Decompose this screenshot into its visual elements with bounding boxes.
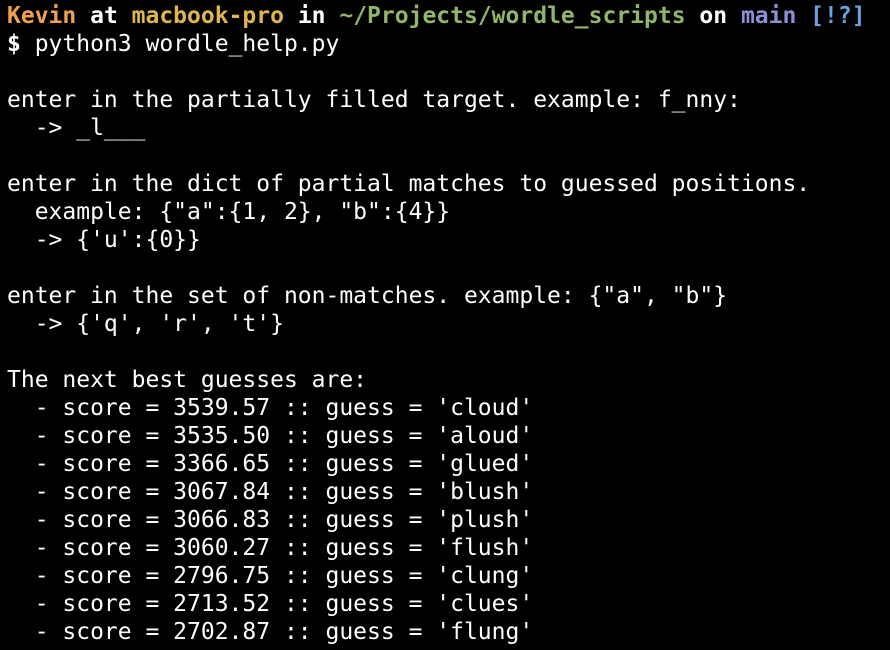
prompt-path: ~/Projects/wordle_scripts — [339, 3, 686, 29]
guesses-header: The next best guesses are: — [7, 367, 368, 393]
target-prompt: enter in the partially filled target. ex… — [7, 87, 741, 113]
guess-line: - score = 3535.50 :: guess = 'aloud' — [7, 423, 534, 449]
target-input: -> _l___ — [7, 115, 146, 141]
partial-example: example: {"a":{1, 2}, "b":{4}} — [7, 199, 451, 225]
prompt-branch: main — [740, 3, 797, 29]
partial-input: -> {'u':{0}} — [7, 227, 201, 253]
prompt-user: Kevin — [7, 3, 77, 29]
guess-line: - score = 3366.65 :: guess = 'glued' — [7, 451, 534, 477]
guess-line: - score = 2702.87 :: guess = 'flung' — [7, 619, 534, 645]
command-line: $ python3 wordle_help.py — [7, 30, 890, 58]
guess-line: - score = 2713.52 :: guess = 'clues' — [7, 591, 534, 617]
prompt-symbol: $ — [7, 31, 35, 57]
guess-line: - score = 3066.83 :: guess = 'plush' — [7, 507, 534, 533]
command-text: python3 wordle_help.py — [34, 31, 340, 57]
guess-line: - score = 3060.27 :: guess = 'flush' — [7, 535, 534, 561]
guess-line: - score = 3539.57 :: guess = 'cloud' — [7, 395, 534, 421]
shell-prompt-line: Kevin at macbook-pro in ~/Projects/wordl… — [7, 2, 890, 30]
nonmatch-prompt: enter in the set of non-matches. example… — [7, 283, 728, 309]
prompt-git-status: [!?] — [796, 3, 866, 29]
prompt-on: on — [685, 3, 741, 29]
prompt-at: at — [76, 3, 132, 29]
terminal-window[interactable]: Kevin at macbook-pro in ~/Projects/wordl… — [0, 0, 890, 650]
prompt-in: in — [283, 3, 340, 29]
prompt-host: macbook-pro — [131, 3, 284, 29]
guess-line: - score = 3067.84 :: guess = 'blush' — [7, 479, 534, 505]
partial-prompt: enter in the dict of partial matches to … — [7, 171, 811, 197]
guess-line: - score = 2796.75 :: guess = 'clung' — [7, 563, 534, 589]
nonmatch-input: -> {'q', 'r', 't'} — [7, 311, 284, 337]
